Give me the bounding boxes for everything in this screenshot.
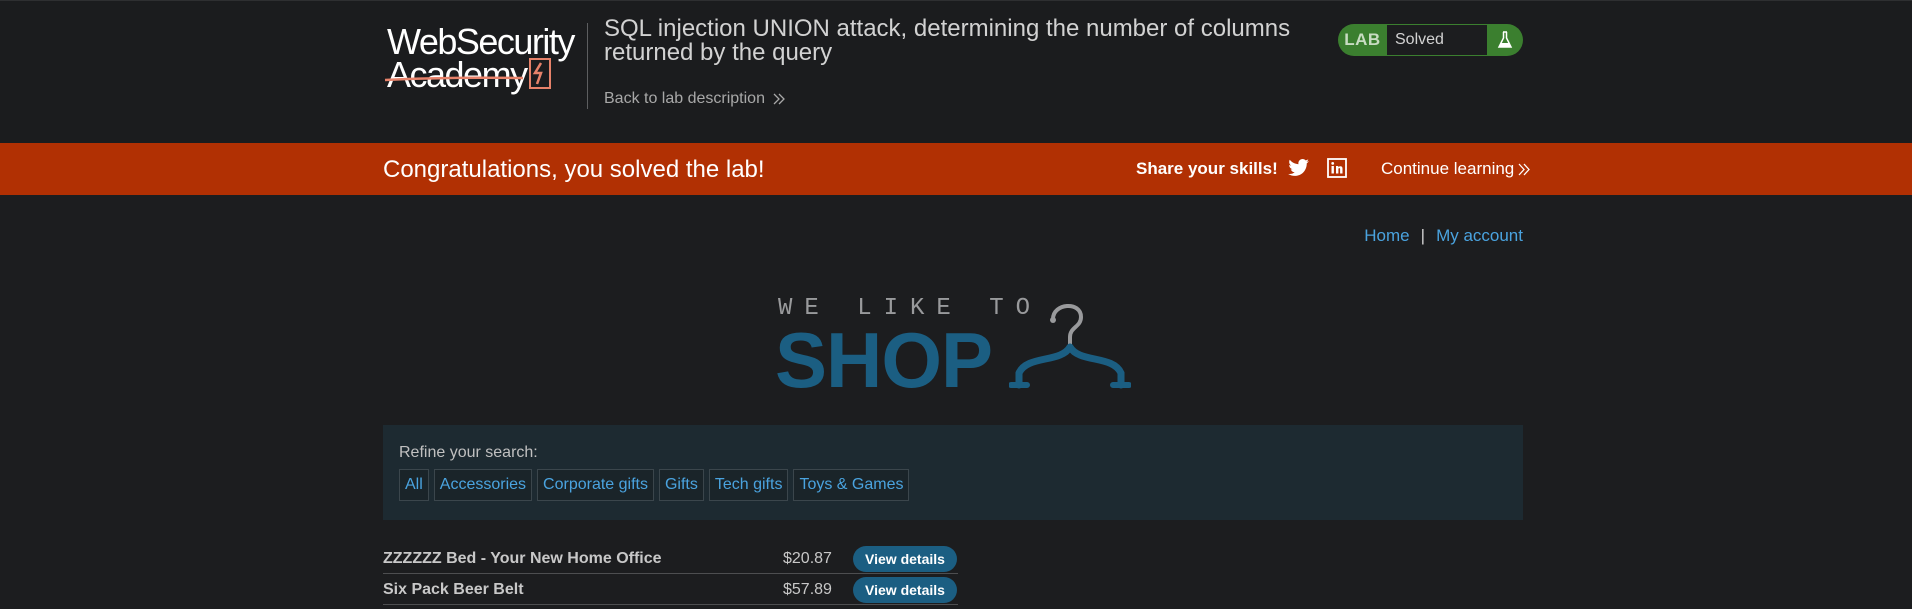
category-list: All Accessories Corporate gifts Gifts Te… xyxy=(399,469,910,501)
share-skills-label: Share your skills! xyxy=(1136,159,1278,178)
web-security-academy-logo[interactable]: WebSecurity Academy xyxy=(383,21,585,95)
double-chevron-right-icon xyxy=(1518,163,1531,175)
table-row: Six Pack Beer Belt $57.89 View details xyxy=(383,574,958,605)
flask-icon xyxy=(1487,24,1523,56)
table-row: ZZZZZZ Bed - Your New Home Office $20.87… xyxy=(383,543,958,574)
refine-search-label: Refine your search: xyxy=(399,444,538,461)
top-navigation: Home | My account xyxy=(1364,226,1523,246)
home-link[interactable]: Home xyxy=(1364,226,1409,246)
clothes-hanger-icon xyxy=(1009,304,1131,389)
continue-learning-link[interactable]: Continue learning xyxy=(1381,159,1531,179)
linkedin-icon[interactable] xyxy=(1327,158,1347,178)
site-header: WebSecurity Academy SQL injection UNION … xyxy=(0,0,1912,143)
category-all[interactable]: All xyxy=(399,469,429,501)
category-corporate-gifts[interactable]: Corporate gifts xyxy=(537,469,654,501)
product-name: ZZZZZZ Bed - Your New Home Office xyxy=(383,550,662,567)
double-chevron-right-icon xyxy=(773,93,785,105)
product-table: ZZZZZZ Bed - Your New Home Office $20.87… xyxy=(383,543,958,605)
my-account-link[interactable]: My account xyxy=(1436,226,1523,246)
product-name: Six Pack Beer Belt xyxy=(383,581,524,598)
twitter-icon[interactable] xyxy=(1288,159,1310,177)
back-link-label: Back to lab description xyxy=(604,90,765,107)
product-price: $57.89 xyxy=(783,581,832,598)
we-like-to-shop-logo: WE LIKE TO SHOP xyxy=(775,291,1131,404)
lab-badge-label: LAB xyxy=(1344,30,1381,49)
solved-banner: Congratulations, you solved the lab! Sha… xyxy=(0,143,1912,195)
category-gifts[interactable]: Gifts xyxy=(658,469,704,501)
view-details-button[interactable]: View details xyxy=(853,546,957,572)
header-divider xyxy=(587,23,588,109)
category-toys-games[interactable]: Toys & Games xyxy=(793,469,910,501)
product-price: $20.87 xyxy=(783,550,832,567)
view-details-button[interactable]: View details xyxy=(853,577,957,603)
lab-status-text: Solved xyxy=(1387,25,1487,55)
category-accessories[interactable]: Accessories xyxy=(433,469,533,501)
shop-logo-wordmark: SHOP xyxy=(775,316,993,404)
continue-learning-label: Continue learning xyxy=(1381,159,1515,178)
logo-swoosh-icon xyxy=(384,76,524,82)
category-filter: Refine your search: All Accessories Corp… xyxy=(383,425,1523,520)
back-to-lab-description-link[interactable]: Back to lab description xyxy=(604,90,785,108)
nav-separator: | xyxy=(1420,226,1426,245)
logo-bolt-icon xyxy=(529,58,551,89)
lab-title: SQL injection UNION attack, determining … xyxy=(604,15,1291,66)
congratulations-message: Congratulations, you solved the lab! xyxy=(383,156,765,183)
category-tech-gifts[interactable]: Tech gifts xyxy=(708,469,789,501)
lab-status-badge: LAB Solved xyxy=(1338,24,1523,56)
